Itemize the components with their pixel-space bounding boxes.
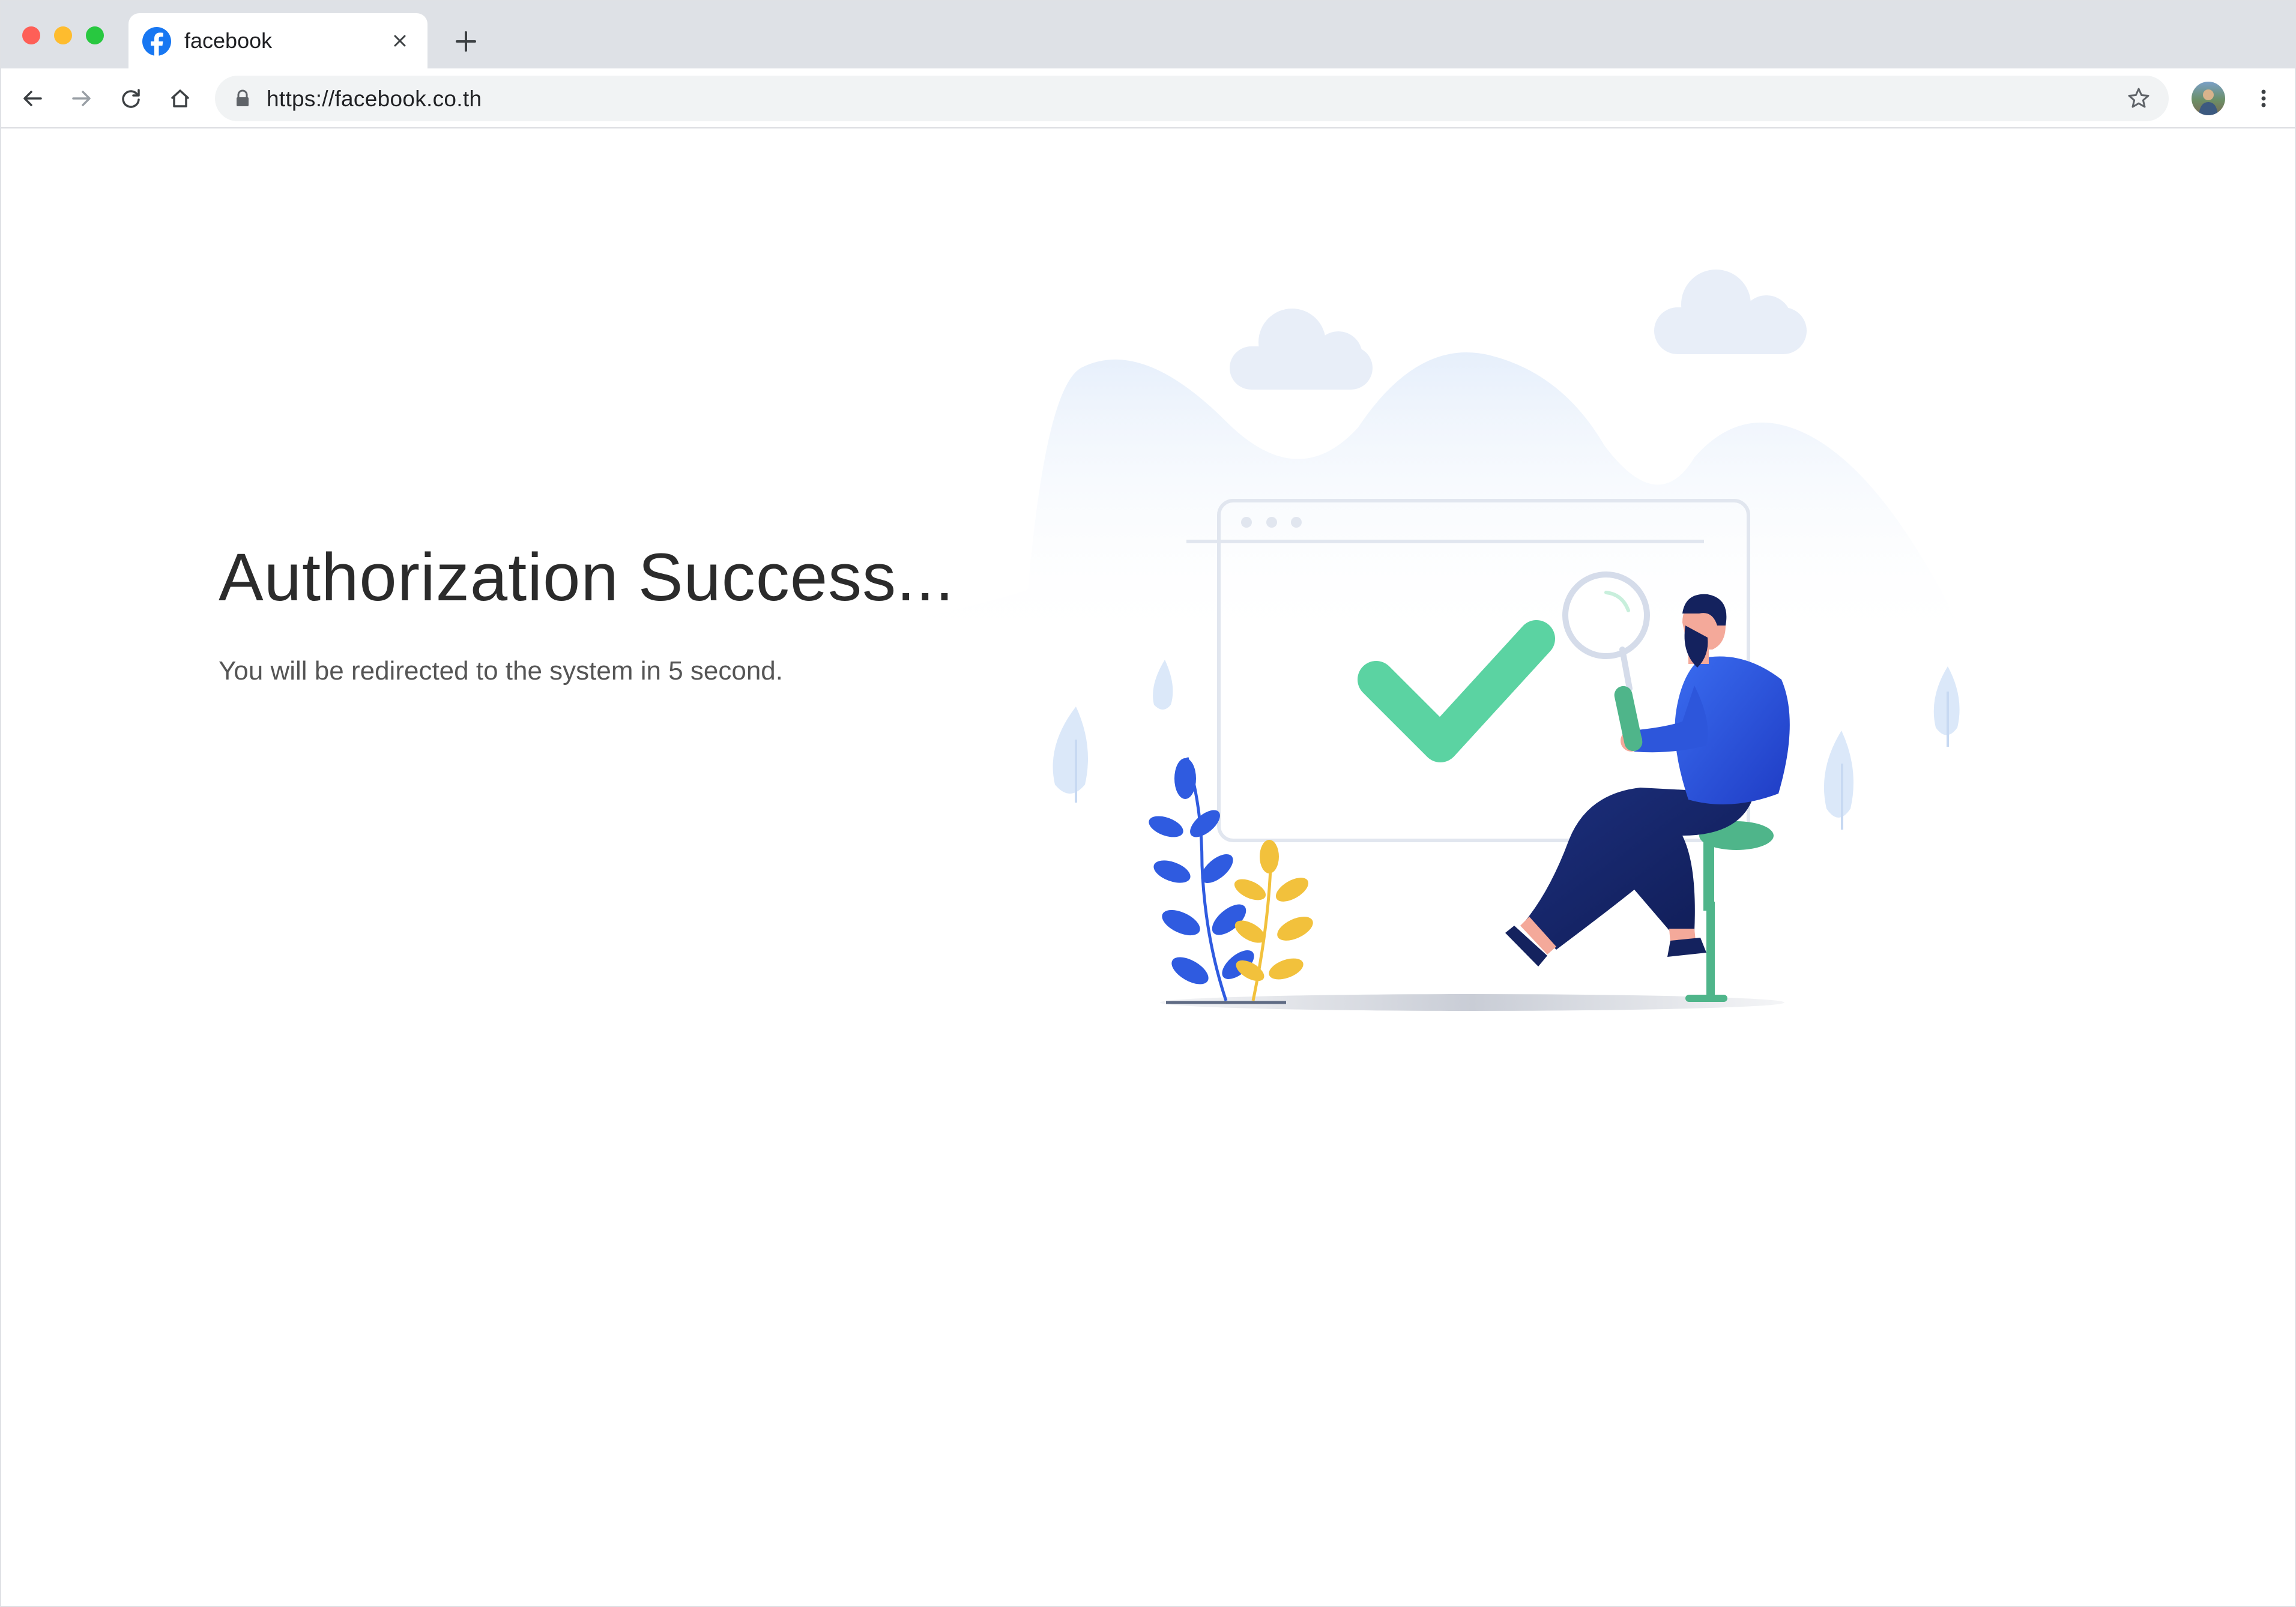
forward-button[interactable]: [65, 82, 98, 115]
address-bar[interactable]: https://facebook.co.th: [215, 76, 2169, 121]
browser-toolbar: https://facebook.co.th: [1, 68, 2295, 128]
tab-close-button[interactable]: [387, 28, 413, 54]
stool: [1685, 821, 1774, 1002]
browser-menu-button[interactable]: [2247, 82, 2280, 115]
home-icon: [171, 89, 189, 107]
back-arrow-icon: [23, 91, 42, 106]
back-button[interactable]: [16, 82, 49, 115]
tab-facebook[interactable]: facebook: [128, 13, 427, 68]
new-tab-button[interactable]: [448, 26, 484, 56]
maximize-window-button[interactable]: [86, 26, 104, 44]
close-icon: [394, 35, 406, 47]
cloud-right: [1654, 270, 1807, 354]
home-button[interactable]: [163, 82, 197, 115]
facebook-icon: [142, 27, 171, 56]
cloud-left: [1230, 309, 1373, 390]
tree-right-a: [1823, 731, 1853, 830]
browser-window: facebook https://facebook.co.th Authoriz…: [0, 0, 2296, 1607]
success-illustration: [830, 270, 1971, 1011]
lock-icon: [237, 89, 249, 106]
close-window-button[interactable]: [22, 26, 40, 44]
tree-left: [1053, 707, 1088, 803]
minimize-window-button[interactable]: [54, 26, 72, 44]
kebab-menu-icon: [2261, 89, 2266, 107]
avatar-image: [2199, 89, 2218, 115]
star-icon[interactable]: [2125, 85, 2152, 112]
reload-icon: [122, 89, 140, 108]
redirect-message: You will be redirected to the system in …: [219, 656, 784, 686]
tree-right-b: [1933, 666, 1960, 747]
tab-title: facebook: [184, 28, 273, 53]
magnifier-icon: [1562, 571, 1650, 752]
tab-strip: facebook: [1, 1, 2295, 68]
url-text[interactable]: https://facebook.co.th: [267, 86, 482, 112]
reload-button[interactable]: [114, 82, 148, 115]
plus-icon: [456, 31, 476, 52]
yellow-plant: [1234, 840, 1313, 1001]
tree-small: [1153, 660, 1173, 710]
check-icon: [1358, 620, 1555, 762]
forward-arrow-icon: [72, 91, 91, 106]
profile-avatar[interactable]: [2192, 82, 2225, 115]
